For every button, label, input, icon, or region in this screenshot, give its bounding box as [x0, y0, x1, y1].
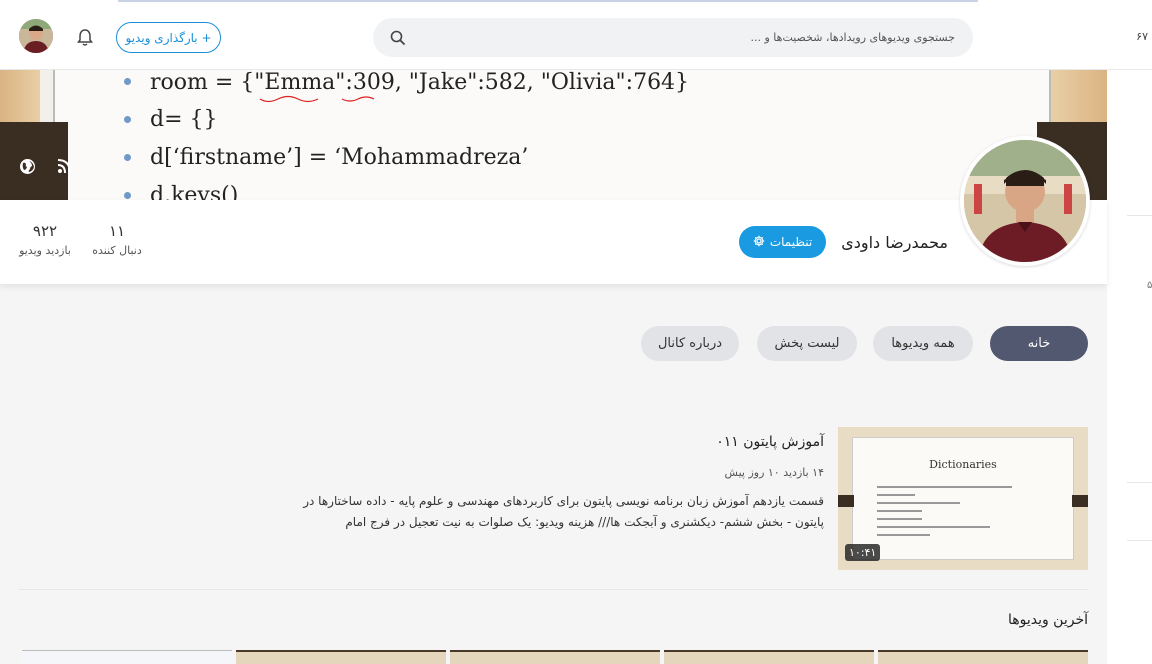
search-input[interactable]: [415, 18, 955, 57]
latest-videos-title: آخرین ویدیوها: [1007, 612, 1088, 628]
upload-video-button[interactable]: + بارگذاری ویدیو: [116, 22, 221, 53]
views-count: ۹۲۲: [32, 222, 58, 240]
spellcheck-underline: [259, 95, 375, 103]
user-avatar[interactable]: [19, 19, 53, 53]
bell-icon[interactable]: [77, 28, 93, 46]
banner-code-line: room = {"Emma":309, "Jake":582, "Olivia"…: [150, 70, 690, 95]
latest-video-thumbnail[interactable]: [878, 650, 1088, 664]
followers-label: دنبال کننده: [92, 244, 142, 257]
thumbnail-title: Dictionaries: [929, 458, 997, 471]
rss-icon[interactable]: [56, 158, 72, 175]
channel-name: محمدرضا داودی: [841, 233, 948, 252]
globe-icon[interactable]: [19, 158, 36, 175]
followers-stat: ۱۱ دنبال کننده: [88, 222, 146, 257]
views-label: بازدید ویدیو: [19, 244, 71, 257]
tab-about-channel[interactable]: درباره کانال: [641, 326, 739, 361]
channel-banner: room = {"Emma":309, "Jake":582, "Olivia"…: [0, 70, 1107, 200]
settings-label: تنظیمات: [769, 235, 813, 249]
latest-video-thumbnail[interactable]: [450, 650, 660, 664]
top-header: + بارگذاری ویدیو ۶۷: [0, 6, 1152, 70]
banner-code-line: d[‘firstname’] = ‘Mohammadreza’: [150, 145, 529, 170]
featured-video-meta: ۱۴ بازدید ۱۰ روز پیش: [724, 466, 824, 479]
tab-playlists[interactable]: لیست پخش: [757, 326, 857, 361]
latest-video-thumbnail[interactable]: [664, 650, 874, 664]
side-panel-glyph: ۵: [1147, 280, 1152, 291]
upload-label: + بارگذاری ویدیو: [125, 30, 212, 45]
featured-video-description: قسمت یازدهم آموزش زبان برنامه نویسی پایت…: [303, 494, 824, 529]
followers-count: ۱۱: [108, 222, 126, 240]
featured-video-title[interactable]: آموزش پایتون ۰۱۱: [520, 434, 824, 450]
latest-video-thumbnail[interactable]: [236, 650, 446, 664]
banner-code-line: d.keys(): [150, 183, 239, 200]
banner-code-line: d= {}: [150, 107, 218, 132]
tab-home[interactable]: خانه: [990, 326, 1088, 361]
latest-video-thumbnail[interactable]: [22, 650, 232, 664]
video-duration-badge: ۱۰:۴۱: [845, 544, 881, 561]
search-bar: [373, 18, 973, 57]
settings-button[interactable]: تنظیمات: [739, 226, 826, 258]
search-icon[interactable]: [390, 30, 406, 46]
tab-all-videos[interactable]: همه ویدیوها: [873, 326, 973, 361]
views-stat: ۹۲۲ بازدید ویدیو: [14, 222, 76, 257]
section-divider: [19, 589, 1088, 590]
corner-text: ۶۷: [1136, 30, 1148, 43]
gear-icon: [753, 235, 765, 250]
channel-avatar[interactable]: [960, 136, 1090, 266]
side-panel: ۵: [1107, 70, 1152, 664]
